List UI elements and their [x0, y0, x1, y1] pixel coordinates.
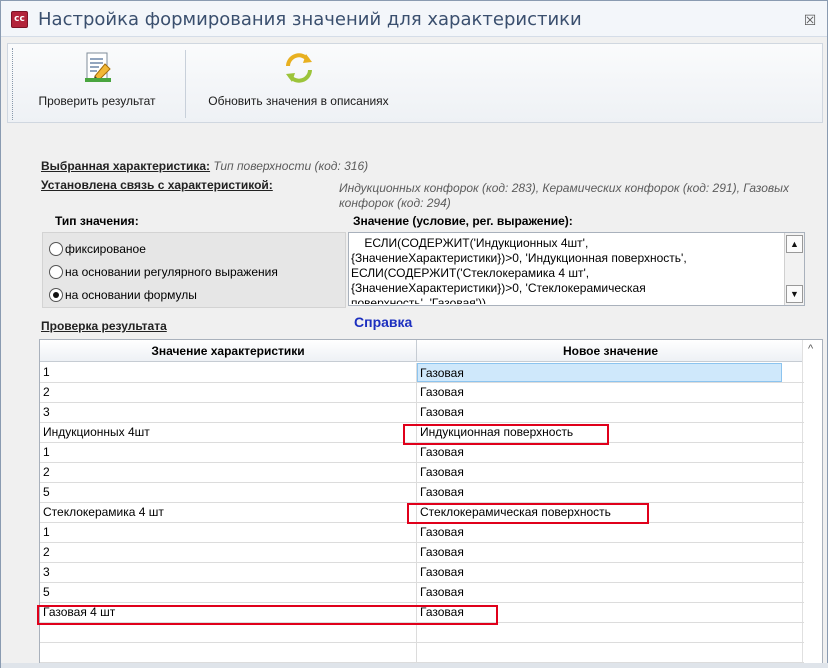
main-content: Выбранная характеристика: Тип поверхност… — [38, 151, 823, 668]
cell-value[interactable]: 5 — [43, 483, 413, 502]
refresh-values-label: Обновить значения в описаниях — [208, 94, 389, 108]
check-result-button[interactable]: Проверить результат — [22, 48, 172, 120]
close-icon[interactable]: ☒ — [803, 13, 817, 27]
scroll-up-icon[interactable]: ▲ — [786, 235, 803, 253]
column-divider — [416, 523, 417, 543]
selected-characteristic-row: Выбранная характеристика: Тип поверхност… — [41, 159, 368, 173]
scroll-down-icon[interactable]: ▼ — [786, 285, 803, 303]
app-icon: cc — [11, 11, 28, 28]
highlight-box — [407, 503, 649, 524]
table-row[interactable]: 3 Газовая — [40, 403, 804, 423]
cell-new-value[interactable]: Газовая — [420, 463, 800, 482]
formula-scrollbar[interactable]: ▲ ▼ — [784, 233, 804, 305]
cell-new-value[interactable]: Газовая — [417, 363, 782, 382]
table-row[interactable]: 2 Газовая — [40, 463, 804, 483]
column-divider — [416, 443, 417, 463]
cell-new-value[interactable]: Газовая — [420, 403, 800, 422]
radio-formula-label: на основании формулы — [65, 288, 197, 302]
column-divider — [416, 643, 417, 663]
cell-value[interactable]: 1 — [43, 443, 413, 462]
refresh-values-button[interactable]: Обновить значения в описаниях — [191, 48, 406, 120]
toolbar: Проверить результат Обновить значения в … — [7, 43, 823, 123]
column-divider — [416, 483, 417, 503]
radio-regex-label: на основании регулярного выражения — [65, 265, 278, 279]
cell-value[interactable]: 1 — [43, 523, 413, 542]
cell-value[interactable]: 5 — [43, 583, 413, 602]
cell-value[interactable]: 2 — [43, 383, 413, 402]
cell-new-value[interactable]: Газовая — [420, 523, 800, 542]
radio-button-selected-icon — [49, 288, 63, 302]
column-divider — [416, 403, 417, 423]
column-divider — [416, 563, 417, 583]
radio-button-icon — [49, 265, 63, 279]
scroll-up-icon[interactable]: ^ — [808, 343, 813, 355]
column-divider — [416, 623, 417, 643]
status-strip — [1, 663, 828, 668]
column-header-value[interactable]: Значение характеристики — [40, 340, 416, 362]
cell-value[interactable]: Стеклокерамика 4 шт — [43, 503, 413, 522]
cell-value[interactable] — [43, 643, 413, 662]
dialog-window: cc Настройка формирования значений для х… — [0, 0, 828, 668]
radio-button-icon — [49, 242, 63, 256]
edit-document-icon — [79, 50, 115, 86]
column-divider — [416, 463, 417, 483]
cell-value[interactable]: 3 — [43, 563, 413, 582]
table-row[interactable]: 1 Газовая — [40, 443, 804, 463]
cell-new-value[interactable]: Газовая — [420, 543, 800, 562]
formula-text[interactable]: ЕСЛИ(СОДЕРЖИТ('Индукционных 4шт', {Значе… — [351, 236, 779, 304]
radio-formula[interactable]: на основании формулы — [49, 286, 197, 304]
radio-regex[interactable]: на основании регулярного выражения — [49, 263, 278, 281]
refresh-arrows-icon — [281, 50, 317, 86]
help-link[interactable]: Справка — [354, 314, 412, 330]
linked-characteristic-row: Установлена связь с характеристикой: — [41, 178, 273, 192]
title-bar: cc Настройка формирования значений для х… — [1, 1, 827, 37]
table-row[interactable] — [40, 623, 804, 643]
highlight-box — [403, 424, 609, 445]
linked-characteristic-value: Индукционных конфорок (код: 283), Керами… — [339, 181, 789, 210]
value-type-heading: Тип значения: — [55, 214, 139, 228]
table-row[interactable]: 2 Газовая — [40, 383, 804, 403]
cell-new-value[interactable] — [420, 623, 800, 642]
table-row[interactable]: 5 Газовая — [40, 483, 804, 503]
cell-value[interactable]: Индукционных 4шт — [43, 423, 413, 442]
column-divider — [416, 543, 417, 563]
table-row[interactable]: 1 Газовая — [40, 523, 804, 543]
cell-value[interactable]: 3 — [43, 403, 413, 422]
table-row[interactable]: 5 Газовая — [40, 583, 804, 603]
table-row[interactable] — [40, 643, 804, 663]
cell-value[interactable]: 2 — [43, 463, 413, 482]
cell-value[interactable] — [43, 623, 413, 642]
linked-characteristic-label[interactable]: Установлена связь с характеристикой: — [41, 178, 273, 192]
cell-new-value[interactable]: Газовая — [420, 563, 800, 582]
column-divider — [416, 583, 417, 603]
column-header-new-value[interactable]: Новое значение — [417, 340, 804, 362]
grid-header: Значение характеристики Новое значение — [40, 340, 804, 362]
highlight-box — [37, 605, 498, 625]
grid-scrollbar[interactable]: ^ — [802, 340, 822, 668]
value-type-group: фиксированое на основании регулярного вы… — [42, 232, 346, 308]
cell-value[interactable]: 2 — [43, 543, 413, 562]
table-row[interactable]: 1 Газовая — [40, 363, 804, 383]
formula-heading: Значение (условие, рег. выражение): — [353, 214, 573, 228]
cell-new-value[interactable]: Газовая — [420, 483, 800, 502]
cell-new-value[interactable]: Газовая — [420, 583, 800, 602]
table-row[interactable]: 3 Газовая — [40, 563, 804, 583]
toolbar-separator — [185, 50, 186, 118]
table-row[interactable]: 2 Газовая — [40, 543, 804, 563]
selected-characteristic-label[interactable]: Выбранная характеристика: — [41, 159, 210, 173]
radio-fixed-label: фиксированое — [65, 242, 146, 256]
toolbar-grip[interactable] — [12, 48, 15, 120]
selected-characteristic-value: Тип поверхности (код: 316) — [213, 159, 369, 173]
check-result-label: Проверить результат — [38, 94, 156, 108]
cell-new-value[interactable] — [420, 643, 800, 662]
check-result-title: Проверка результата — [41, 319, 167, 333]
cell-new-value[interactable]: Газовая — [420, 443, 800, 462]
radio-fixed[interactable]: фиксированое — [49, 240, 146, 258]
cell-value[interactable]: 1 — [43, 363, 413, 382]
window-title: Настройка формирования значений для хара… — [38, 9, 582, 30]
formula-textarea[interactable]: ЕСЛИ(СОДЕРЖИТ('Индукционных 4шт', {Значе… — [348, 232, 805, 306]
cell-new-value[interactable]: Газовая — [420, 383, 800, 402]
column-divider — [416, 383, 417, 403]
